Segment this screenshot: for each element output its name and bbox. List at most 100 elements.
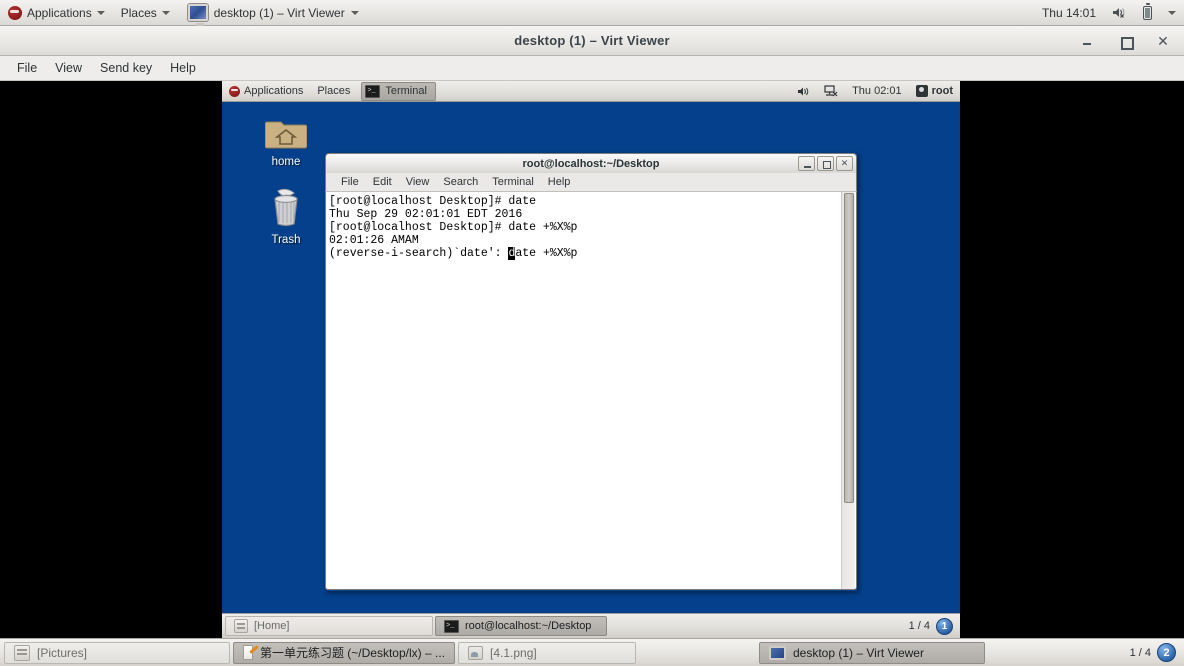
terminal-menu-help[interactable]: Help bbox=[541, 173, 578, 191]
guest-workspace-indicator[interactable]: 1 / 4 1 bbox=[909, 617, 957, 635]
desktop-icon-home[interactable]: home bbox=[254, 114, 318, 168]
viewer-menubar: File View Send key Help bbox=[0, 56, 1184, 81]
guest-taskbar-item-home-label: [Home] bbox=[254, 620, 290, 632]
chevron-down-icon bbox=[350, 10, 359, 15]
terminal-prompt-line: (reverse-i-search)`date': date +%X%p bbox=[329, 247, 838, 260]
guest-taskbar-item-terminal-label: root@localhost:~/Desktop bbox=[465, 620, 592, 632]
guest-applications-menu[interactable]: Applications bbox=[222, 81, 310, 102]
host-taskbar-item-image-label: [4.1.png] bbox=[490, 645, 537, 660]
terminal-menu-view[interactable]: View bbox=[399, 173, 437, 191]
terminal-output-area[interactable]: [root@localhost Desktop]# date Thu Sep 29… bbox=[325, 192, 857, 590]
host-applications-menu[interactable]: Applications bbox=[0, 0, 113, 26]
host-workspace-badge: 2 bbox=[1157, 643, 1176, 662]
viewer-canvas: Applications Places >_ Terminal Thu 02:0… bbox=[0, 81, 1184, 638]
host-taskbar-item-pictures[interactable]: [Pictures] bbox=[4, 641, 230, 664]
host-workspace-indicator[interactable]: 1 / 4 2 bbox=[1130, 643, 1180, 662]
terminal-window: root@localhost:~/Desktop ✕ File Edit Vie… bbox=[325, 153, 857, 591]
host-taskbar-item-virtviewer-label: desktop (1) – Virt Viewer bbox=[793, 645, 924, 660]
monitor-icon bbox=[769, 645, 786, 660]
text-editor-icon bbox=[243, 645, 253, 660]
file-manager-icon bbox=[14, 644, 30, 661]
viewer-menu-sendkey[interactable]: Send key bbox=[91, 56, 161, 80]
terminal-menu-search[interactable]: Search bbox=[436, 173, 485, 191]
terminal-title: root@localhost:~/Desktop bbox=[522, 157, 660, 170]
host-taskbar-item-editor[interactable]: 第一单元练习题 (~/Desktop/lx) – ... bbox=[233, 641, 455, 664]
desktop-icon-trash-label: Trash bbox=[271, 234, 301, 246]
host-workspace-text: 1 / 4 bbox=[1129, 646, 1151, 659]
viewer-titlebar: desktop (1) – Virt Viewer ✕ bbox=[0, 26, 1184, 56]
chevron-down-icon bbox=[161, 10, 170, 15]
guest-taskbar-item-home[interactable]: [Home] bbox=[225, 616, 433, 636]
host-taskbar-item-editor-label: 第一单元练习题 (~/Desktop/lx) – ... bbox=[259, 646, 445, 660]
viewer-menu-file[interactable]: File bbox=[8, 56, 46, 80]
fedora-logo-icon bbox=[8, 5, 22, 20]
viewer-window-controls: ✕ bbox=[1080, 26, 1178, 56]
guest-volume-button[interactable] bbox=[790, 81, 817, 102]
guest-window-list: >_ Terminal bbox=[357, 81, 440, 102]
guest-window-button-terminal[interactable]: >_ Terminal bbox=[361, 81, 436, 101]
guest-window-button-label: Terminal bbox=[385, 85, 427, 97]
viewer-minimize-button[interactable] bbox=[1080, 34, 1094, 48]
terminal-scrollbar-thumb[interactable] bbox=[844, 193, 854, 503]
host-active-window-label: desktop (1) – Virt Viewer bbox=[213, 5, 345, 20]
terminal-close-button[interactable]: ✕ bbox=[836, 156, 853, 171]
guest-user-menu[interactable]: root bbox=[909, 81, 960, 102]
terminal-icon: >_ bbox=[444, 619, 459, 633]
home-folder-icon bbox=[254, 114, 318, 153]
terminal-menu-file[interactable]: File bbox=[334, 173, 366, 191]
guest-taskbar: [Home] >_ root@localhost:~/Desktop 1 / 4… bbox=[222, 613, 960, 638]
host-battery-button[interactable] bbox=[1135, 0, 1160, 26]
terminal-text: [root@localhost Desktop]# date Thu Sep 29… bbox=[329, 195, 838, 260]
terminal-menu-terminal[interactable]: Terminal bbox=[485, 173, 541, 191]
viewer-maximize-button[interactable] bbox=[1118, 34, 1134, 50]
terminal-maximize-button[interactable] bbox=[817, 156, 834, 171]
host-window-menu[interactable]: desktop (1) – Virt Viewer bbox=[184, 1, 369, 26]
host-volume-button[interactable] bbox=[1104, 0, 1135, 26]
desktop-icon-home-label: home bbox=[271, 156, 301, 168]
terminal-scrollbar[interactable] bbox=[841, 192, 855, 589]
viewer-close-button[interactable]: ✕ bbox=[1156, 34, 1170, 48]
guest-desktop: Applications Places >_ Terminal Thu 02:0… bbox=[222, 81, 960, 638]
guest-places-menu[interactable]: Places bbox=[310, 81, 357, 102]
terminal-line: 02:01:26 AMAM bbox=[329, 234, 419, 247]
terminal-reverse-search-prefix: (reverse-i-search)`date': bbox=[329, 247, 509, 260]
terminal-menubar: File Edit View Search Terminal Help bbox=[325, 173, 857, 192]
guest-clock[interactable]: Thu 02:01 bbox=[845, 81, 909, 102]
trash-icon bbox=[254, 188, 318, 231]
terminal-command-suffix: ate +%X%p bbox=[515, 247, 578, 260]
host-taskbar-item-virtviewer[interactable]: desktop (1) – Virt Viewer bbox=[759, 641, 985, 664]
host-clock[interactable]: Thu 14:01 bbox=[1034, 0, 1104, 26]
viewer-menu-help[interactable]: Help bbox=[161, 56, 205, 80]
host-taskbar-item-image[interactable]: [4.1.png] bbox=[458, 641, 636, 664]
host-places-menu[interactable]: Places bbox=[113, 0, 178, 26]
host-clock-label: Thu 14:01 bbox=[1041, 5, 1096, 20]
volume-muted-icon bbox=[1112, 6, 1127, 19]
image-viewer-icon bbox=[468, 645, 483, 660]
terminal-icon: >_ bbox=[365, 84, 381, 98]
viewer-title: desktop (1) – Virt Viewer bbox=[514, 33, 670, 48]
desktop-icon-trash[interactable]: Trash bbox=[254, 188, 318, 246]
user-icon bbox=[915, 85, 928, 97]
network-disconnected-icon bbox=[824, 85, 838, 97]
terminal-titlebar[interactable]: root@localhost:~/Desktop ✕ bbox=[325, 153, 857, 173]
guest-places-label: Places bbox=[317, 85, 351, 97]
fedora-logo-icon bbox=[229, 85, 240, 97]
monitor-icon bbox=[187, 4, 208, 26]
host-applications-label: Applications bbox=[27, 5, 92, 20]
battery-icon bbox=[1143, 3, 1152, 20]
viewer-menu-view[interactable]: View bbox=[46, 56, 91, 80]
terminal-window-controls: ✕ bbox=[798, 156, 853, 171]
terminal-menu-edit[interactable]: Edit bbox=[366, 173, 399, 191]
terminal-minimize-button[interactable] bbox=[798, 156, 815, 171]
chevron-down-icon bbox=[96, 10, 105, 15]
guest-clock-label: Thu 02:01 bbox=[852, 85, 902, 97]
terminal-line: Thu Sep 29 02:01:01 EDT 2016 bbox=[329, 208, 523, 221]
chevron-down-icon bbox=[1168, 10, 1176, 15]
guest-network-button[interactable] bbox=[817, 81, 845, 102]
file-manager-icon bbox=[234, 619, 248, 633]
volume-icon bbox=[797, 86, 810, 97]
terminal-line: [root@localhost Desktop]# date bbox=[329, 195, 537, 208]
guest-taskbar-item-terminal[interactable]: >_ root@localhost:~/Desktop bbox=[435, 616, 607, 636]
terminal-line: [root@localhost Desktop]# date +%X%p bbox=[329, 221, 578, 234]
host-system-menu[interactable] bbox=[1160, 0, 1184, 26]
